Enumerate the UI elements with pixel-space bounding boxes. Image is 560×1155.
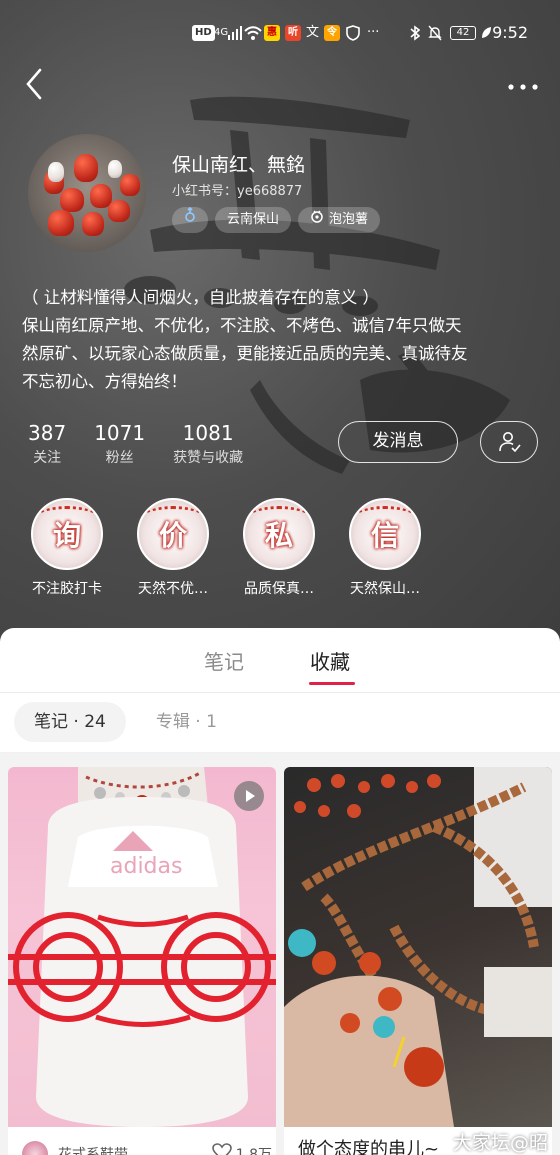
app-notification-icon: 听 [285,18,301,48]
likes-stat[interactable]: 1081 获赞与收藏 [173,420,243,470]
divider [0,692,560,693]
location-tag: 云南保山 [215,207,292,233]
note-cover-image [284,767,552,1127]
highlight-label: 不注胶打卡 [32,581,102,597]
bio-line: 不忘初心、方得始终！ [22,372,187,391]
like-count[interactable]: 1.8万 [211,1143,272,1155]
highlight-cover: 私 [243,498,315,570]
content-tabs: 笔记 收藏 [0,628,560,692]
back-icon[interactable] [22,66,48,102]
bio-line: 保山南红原产地、不优化，不注胶、不烤色、诚信7年只做天 [22,316,462,335]
bio-line: 然原矿、以玩家心态做质量，更能接近品质的完美、真诚待友 [22,344,468,363]
network-indicator: 4G [214,27,229,38]
highlight-cover: 信 [349,498,421,570]
following-count: 387 [28,421,67,445]
note-card[interactable]: 做个态度的串儿~ [284,767,552,1155]
highlight-label: 天然不优… [138,581,208,597]
svg-text:adidas: adidas [110,854,182,879]
author-name: 花式系鞋带 [58,1147,128,1155]
note-cover-image: adidas [8,767,276,1127]
signal-icon [228,18,242,48]
highlight-cover: 价 [137,498,209,570]
highlight-item[interactable]: 私 品质保真… [226,496,332,598]
following-stat[interactable]: 387 关注 [28,420,66,470]
clock: 9:52 [492,23,528,42]
bio: （ 让材料懂得人间烟火，自此披着存在的意义 ） 保山南红原产地、不优化，不注胶、… [22,284,542,396]
highlight-item[interactable]: 询 不注胶打卡 [14,496,120,598]
follow-button[interactable] [480,421,538,463]
leaf-icon [480,18,492,48]
app-notification-icon: 惠 [264,18,280,48]
send-message-button[interactable]: 发消息 [338,421,458,463]
likes-count: 1081 [182,421,234,445]
bio-line: （ 让材料懂得人间烟火，自此披着存在的意义 ） [22,288,379,307]
chip-notes[interactable]: 笔记 · 24 [14,702,126,742]
red-id: 小红书号：ye668877 [172,184,303,199]
gender-tag [172,206,208,233]
likes-label: 获赞与收藏 [173,450,244,466]
nickname: 保山南红、無銘 [172,154,306,176]
app-notification-icon: 文 [306,25,320,40]
chip-albums[interactable]: 专辑 · 1 [136,702,237,742]
following-label: 关注 [33,450,62,466]
profile-header: HD 4G 惠 听 文 令 ··· 42 9:52 保山南红、無銘 小红书号：y… [0,0,560,660]
followers-label: 粉丝 [105,450,134,466]
content-sheet: 笔记 收藏 笔记 · 24 专辑 · 1 adidas 花式系鞋带 1.8万 做… [0,628,560,1155]
watermark: 大家坛@昭 [452,1132,548,1154]
highlight-item[interactable]: 价 天然不优… [120,496,226,598]
app-notification-icon: 令 [324,18,340,48]
highlight-item[interactable]: 信 天然保山… [332,496,438,598]
tab-collections[interactable]: 收藏 [310,646,350,675]
profile-tags: 云南保山 泡泡薯 [172,206,381,233]
highlights-row: 询 不注胶打卡 价 天然不优… 私 品质保真… 信 天然保山… [14,496,438,598]
male-icon [184,206,196,233]
more-options-icon[interactable] [506,78,540,90]
shield-icon [346,18,360,48]
followers-stat[interactable]: 1071 粉丝 [94,420,145,470]
highlight-label: 天然保山… [350,581,420,597]
more-notifications-icon: ··· [367,25,380,40]
user-check-icon [498,431,522,457]
play-icon [234,781,264,811]
tag-icon [310,207,324,233]
active-tab-indicator [309,682,355,685]
tab-notes[interactable]: 笔记 [204,646,244,675]
wifi-icon [244,18,262,48]
filter-chips: 笔记 · 24 专辑 · 1 [14,702,237,742]
author-avatar [22,1141,48,1155]
hd-indicator: HD [192,18,215,48]
profile-stats: 387 关注 1071 粉丝 1081 获赞与收藏 [28,420,271,470]
bluetooth-icon [410,18,421,48]
mute-icon [428,18,442,48]
highlight-label: 品质保真… [244,581,314,597]
status-bar: HD 4G 惠 听 文 令 ··· 42 9:52 [0,18,560,48]
note-meta: 花式系鞋带 1.8万 [22,1141,272,1155]
followers-count: 1071 [94,421,146,445]
heart-icon [211,1143,232,1155]
background-calligraphy [110,60,550,480]
note-title: 做个态度的串儿~ [298,1139,440,1155]
interest-tag[interactable]: 泡泡薯 [298,207,381,233]
battery-icon: 42 [450,18,476,48]
note-card[interactable]: adidas 花式系鞋带 1.8万 [8,767,276,1155]
avatar[interactable] [28,134,146,252]
highlight-cover: 询 [31,498,103,570]
